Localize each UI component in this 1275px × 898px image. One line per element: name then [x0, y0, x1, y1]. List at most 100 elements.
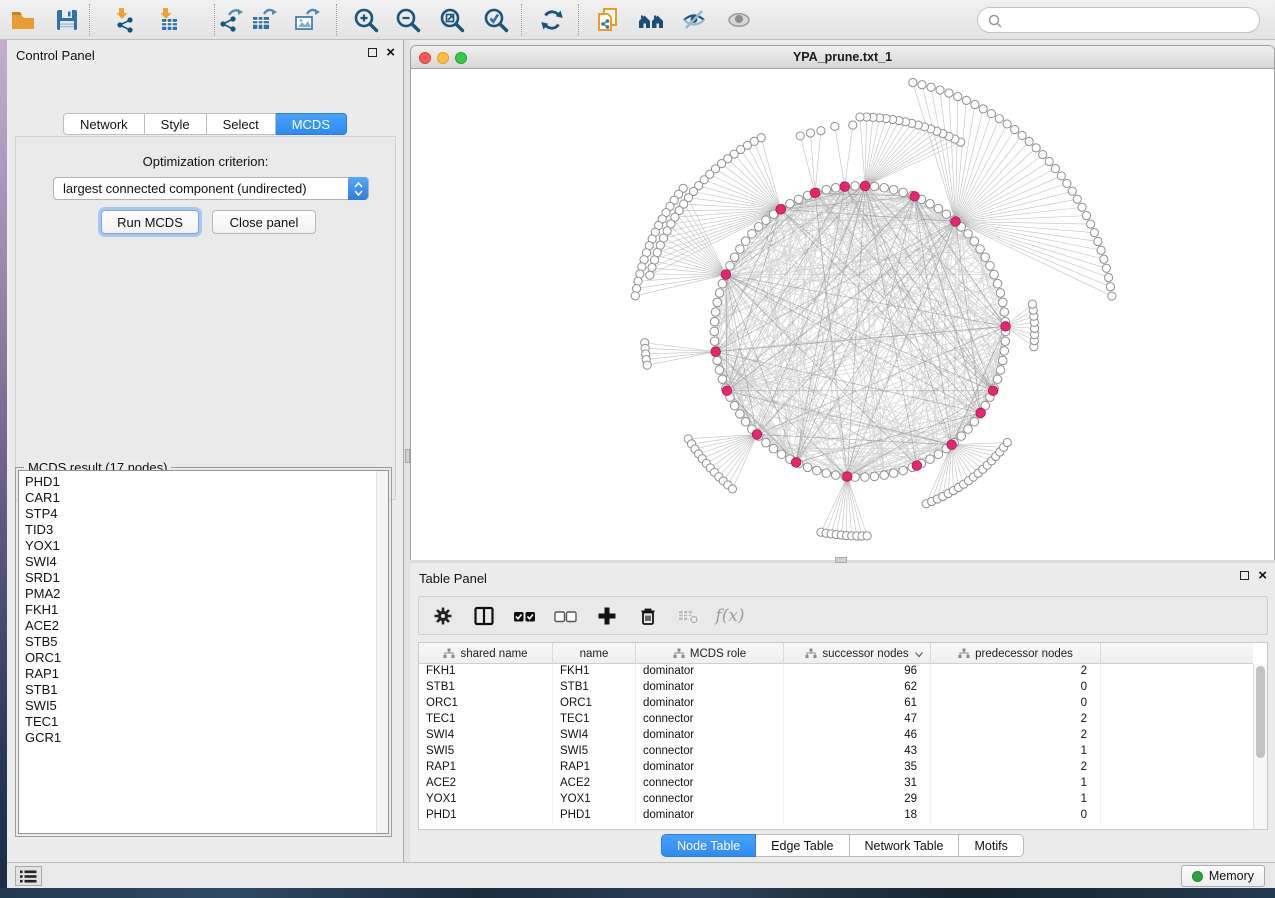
new-network-from-selection-button[interactable] [593, 6, 623, 34]
tab-mcds[interactable]: MCDS [276, 113, 347, 135]
graph-node[interactable] [796, 132, 804, 140]
graph-node[interactable] [970, 237, 979, 246]
mcds-result-item[interactable]: ORC1 [19, 650, 375, 666]
graph-node[interactable] [710, 317, 719, 326]
mcds-result-item[interactable]: CAR1 [19, 490, 375, 506]
select-all-columns-button[interactable] [513, 604, 537, 628]
graph-node-dominator[interactable] [951, 217, 961, 227]
hide-selection-button[interactable] [679, 6, 709, 34]
first-neighbors-button[interactable] [636, 6, 666, 34]
import-table-button[interactable] [153, 6, 183, 34]
graph-node[interactable] [1063, 179, 1071, 187]
table-cell[interactable]: YOX1 [419, 792, 553, 808]
mcds-result-item[interactable]: PHD1 [19, 474, 375, 490]
zoom-fit-button[interactable] [437, 6, 467, 34]
graph-node[interactable] [762, 438, 771, 447]
table-cell[interactable]: ORC1 [419, 696, 553, 712]
show-all-button[interactable] [724, 6, 754, 34]
column-header-MCDS-role[interactable]: MCDS role [636, 643, 784, 664]
graph-node[interactable] [713, 356, 722, 365]
table-cell[interactable]: 29 [784, 792, 931, 808]
save-session-button[interactable] [52, 6, 82, 34]
graph-node[interactable] [1057, 172, 1065, 180]
graph-node[interactable] [962, 96, 970, 104]
table-cell[interactable]: STB1 [553, 680, 636, 696]
column-header-shared-name[interactable]: shared name [419, 643, 553, 664]
table-cell[interactable]: PHD1 [553, 808, 636, 824]
graph-node[interactable] [1000, 347, 1009, 356]
graph-node[interactable] [986, 262, 995, 271]
deselect-all-columns-button[interactable] [554, 604, 578, 628]
table-cell[interactable]: SWI5 [419, 744, 553, 760]
graph-node[interactable] [1078, 203, 1086, 211]
graph-node[interactable] [736, 410, 745, 419]
graph-node-dominator[interactable] [947, 440, 957, 450]
zoom-in-button[interactable] [351, 6, 381, 34]
tab-node-table[interactable]: Node Table [661, 834, 756, 857]
table-row[interactable]: TEC1TEC1connector472 [419, 712, 1253, 728]
graph-node[interactable] [817, 127, 825, 135]
graph-node[interactable] [1104, 273, 1112, 281]
graph-node[interactable] [713, 298, 722, 307]
mcds-result-item[interactable]: FKH1 [19, 602, 375, 618]
graph-node[interactable] [926, 455, 935, 464]
table-cell[interactable]: SWI4 [553, 728, 636, 744]
graph-node-dominator[interactable] [912, 461, 922, 471]
close-panel-icon[interactable]: × [1258, 571, 1267, 580]
tab-select[interactable]: Select [207, 113, 276, 135]
graph-node[interactable] [1011, 125, 1019, 133]
graph-node[interactable] [769, 444, 778, 453]
refresh-layout-button[interactable] [537, 6, 567, 34]
table-cell[interactable]: dominator [636, 808, 784, 824]
mcds-result-item[interactable]: GCR1 [19, 730, 375, 746]
table-cell[interactable]: SWI5 [553, 744, 636, 760]
graph-node[interactable] [1000, 308, 1009, 317]
graph-node[interactable] [945, 89, 953, 97]
table-cell[interactable]: ORC1 [553, 696, 636, 712]
graph-node[interactable] [715, 366, 724, 375]
table-cell[interactable]: 2 [931, 664, 1101, 680]
graph-node[interactable] [831, 122, 839, 130]
table-cell[interactable]: 2 [931, 712, 1101, 728]
column-header-successor-nodes[interactable]: successor nodes [784, 643, 931, 664]
table-scrollbar[interactable] [1253, 664, 1267, 829]
criterion-dropdown[interactable]: largest connected component (undirected) [53, 177, 369, 200]
graph-node[interactable] [1087, 220, 1095, 228]
delete-column-button[interactable] [636, 604, 660, 628]
table-cell[interactable]: 0 [931, 680, 1101, 696]
graph-node-dominator[interactable] [810, 188, 820, 198]
table-cell[interactable]: dominator [636, 664, 784, 680]
scrollbar-thumb[interactable] [1256, 666, 1265, 758]
graph-node[interactable] [1025, 137, 1033, 145]
table-cell[interactable]: FKH1 [419, 664, 553, 680]
table-cell[interactable]: 1 [931, 792, 1101, 808]
table-cell[interactable]: SWI4 [419, 728, 553, 744]
table-row[interactable]: SWI4SWI4dominator462 [419, 728, 1253, 744]
table-cell[interactable]: 46 [784, 728, 931, 744]
graph-node[interactable] [942, 210, 951, 219]
graph-node[interactable] [934, 204, 943, 213]
graph-node[interactable] [632, 284, 640, 292]
graph-node[interactable] [730, 253, 739, 262]
table-cell[interactable]: YOX1 [553, 792, 636, 808]
table-cell[interactable]: dominator [636, 760, 784, 776]
graph-node[interactable] [803, 463, 812, 472]
table-row[interactable]: PHD1PHD1dominator180 [419, 808, 1253, 824]
graph-node[interactable] [1082, 212, 1090, 220]
graph-node[interactable] [831, 471, 840, 480]
mcds-result-item[interactable]: SWI5 [19, 698, 375, 714]
tab-edge-table[interactable]: Edge Table [756, 834, 849, 857]
graph-node[interactable] [715, 289, 724, 298]
graph-node[interactable] [880, 471, 889, 480]
table-row[interactable]: FKH1FKH1dominator962 [419, 664, 1253, 680]
memory-status-button[interactable]: Memory [1181, 865, 1265, 887]
graph-node[interactable] [822, 469, 831, 478]
graph-node[interactable] [646, 271, 654, 279]
graph-node-dominator[interactable] [722, 386, 732, 396]
network-graph[interactable] [411, 69, 1274, 560]
graph-node[interactable] [812, 466, 821, 475]
table-cell[interactable]: connector [636, 744, 784, 760]
export-table-button[interactable] [249, 6, 279, 34]
mcds-list-scrollbar[interactable] [376, 471, 388, 833]
table-cell[interactable]: 61 [784, 696, 931, 712]
